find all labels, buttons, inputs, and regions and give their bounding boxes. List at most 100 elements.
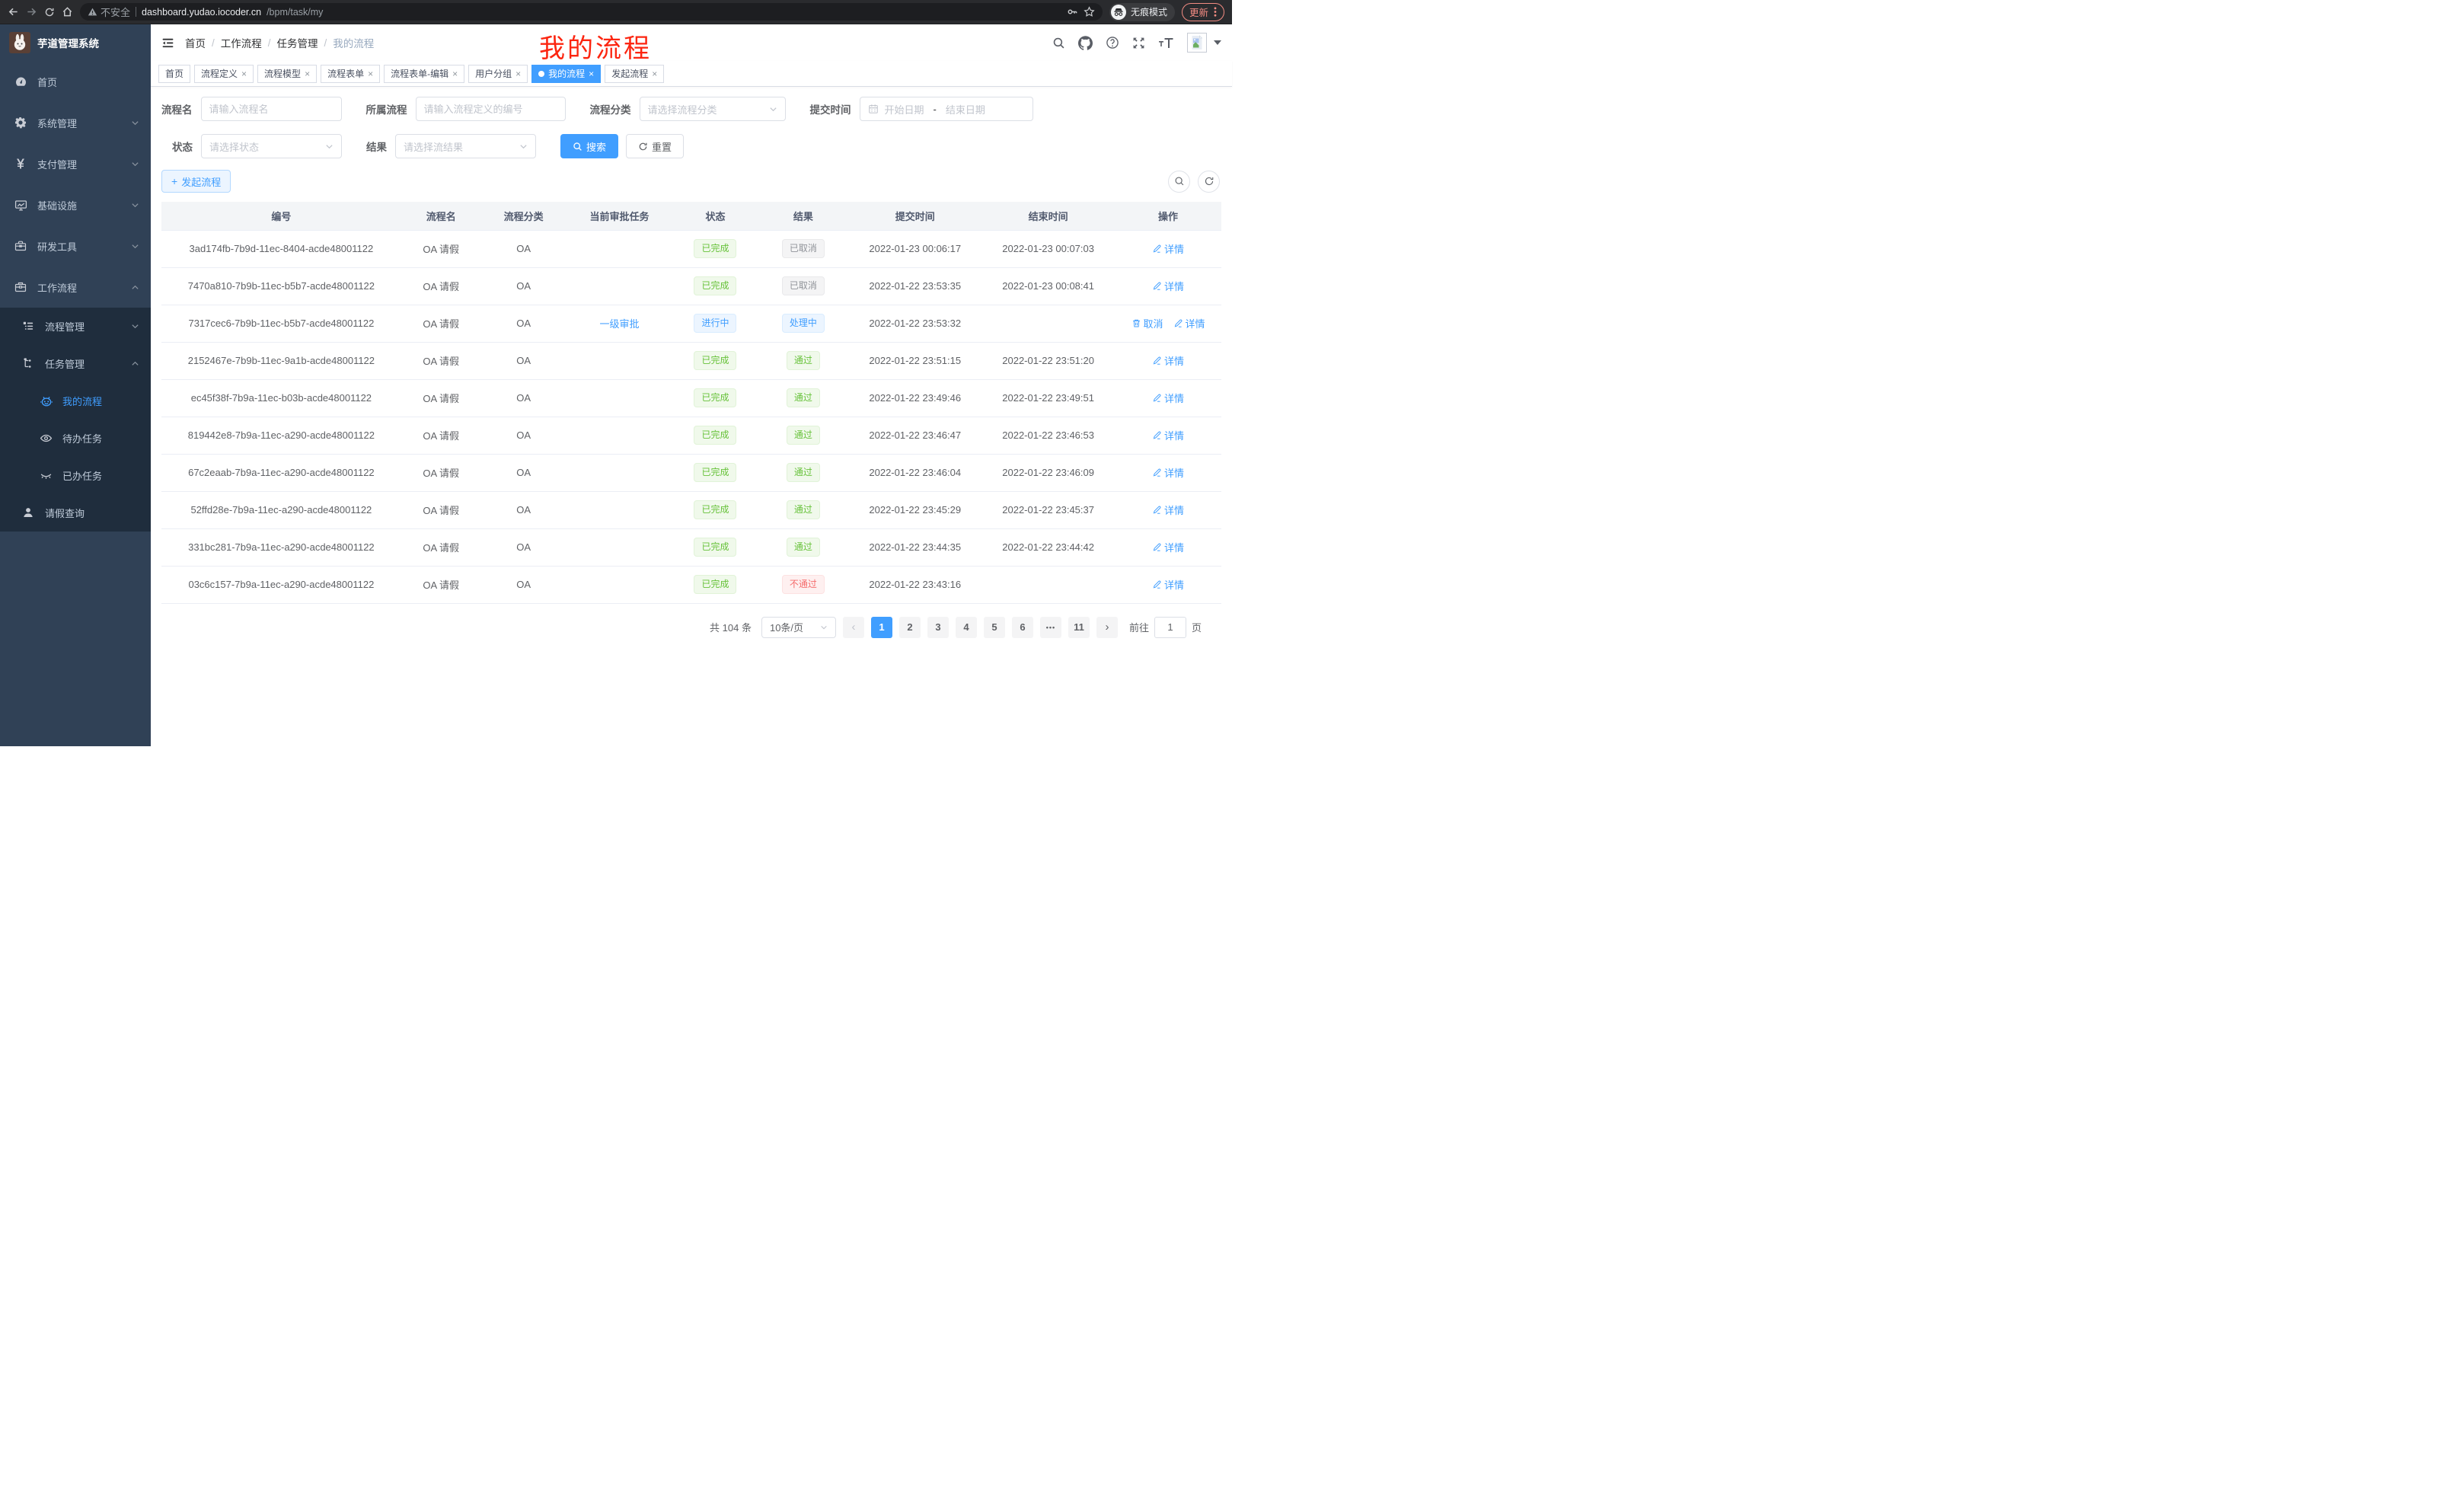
cell-id: 331bc281-7b9a-11ec-a290-acde48001122 — [161, 528, 401, 566]
cell-result: 处理中 — [758, 305, 848, 342]
goto-page-input[interactable] — [1154, 617, 1186, 638]
browser-update-button[interactable]: 更新 — [1182, 3, 1224, 21]
tab-close-icon[interactable]: × — [515, 69, 521, 78]
page-button-6[interactable]: 6 — [1012, 617, 1033, 638]
page-button-11[interactable]: 11 — [1068, 617, 1090, 638]
page-button-4[interactable]: 4 — [956, 617, 977, 638]
address-bar[interactable]: 不安全 dashboard.yudao.iocoder.cn/bpm/task/… — [80, 3, 1103, 21]
help-icon[interactable] — [1106, 36, 1119, 49]
process-name-input[interactable] — [201, 97, 342, 121]
tab-我的流程[interactable]: 我的流程× — [531, 65, 601, 83]
edit-icon — [1152, 468, 1162, 477]
category-select[interactable]: 请选择流程分类 — [640, 97, 786, 121]
filter-label-submit-time: 提交时间 — [810, 101, 860, 117]
security-warning[interactable]: 不安全 — [88, 5, 130, 19]
header-search-icon[interactable] — [1052, 37, 1065, 49]
home-icon[interactable] — [62, 6, 73, 18]
sidebar-item-请假查询[interactable]: 请假查询 — [0, 494, 151, 532]
refresh-table-button[interactable] — [1198, 171, 1220, 193]
table-row: 331bc281-7b9a-11ec-a290-acde48001122OA 请… — [161, 528, 1221, 566]
github-icon[interactable] — [1078, 36, 1093, 50]
tab-流程定义[interactable]: 流程定义× — [194, 65, 254, 83]
detail-link[interactable]: 详情 — [1152, 465, 1184, 480]
reload-icon[interactable] — [44, 7, 55, 18]
tab-用户分组[interactable]: 用户分组× — [468, 65, 528, 83]
sidebar-item-首页[interactable]: 首页 — [0, 61, 151, 102]
page-button-1[interactable]: 1 — [871, 617, 892, 638]
date-start-placeholder: 开始日期 — [885, 102, 924, 117]
cell-id: 67c2eaab-7b9a-11ec-a290-acde48001122 — [161, 454, 401, 491]
tab-发起流程[interactable]: 发起流程× — [605, 65, 664, 83]
back-icon[interactable] — [8, 6, 19, 18]
browser-menu-icon[interactable] — [1214, 6, 1217, 18]
menu-item-label: 待办任务 — [62, 431, 102, 445]
process-definition-input[interactable] — [416, 97, 566, 121]
breadcrumb-task-mgmt[interactable]: 任务管理 — [277, 35, 318, 50]
tab-首页[interactable]: 首页 — [158, 65, 190, 83]
page-button-2[interactable]: 2 — [899, 617, 921, 638]
sidebar-item-任务管理[interactable]: 任务管理 — [0, 345, 151, 382]
sidebar-item-流程管理[interactable]: 流程管理 — [0, 308, 151, 345]
result-select[interactable]: 请选择流结果 — [395, 134, 536, 158]
avatar[interactable] — [1187, 33, 1207, 53]
detail-link[interactable]: 详情 — [1152, 241, 1184, 256]
sidebar-item-工作流程[interactable]: 工作流程 — [0, 267, 151, 308]
hamburger-icon[interactable] — [157, 32, 179, 54]
sidebar-item-支付管理[interactable]: 支付管理 — [0, 143, 151, 184]
search-button[interactable]: 搜索 — [560, 134, 618, 158]
toggle-search-button[interactable] — [1168, 171, 1190, 193]
reset-button[interactable]: 重置 — [626, 134, 684, 158]
cell-current-task — [567, 267, 673, 305]
page-button-3[interactable]: 3 — [927, 617, 949, 638]
status-select[interactable]: 请选择状态 — [201, 134, 342, 158]
prev-page-button[interactable]: ‹ — [843, 617, 864, 638]
tab-流程表单-编辑[interactable]: 流程表单-编辑× — [384, 65, 464, 83]
breadcrumb-home[interactable]: 首页 — [185, 35, 206, 50]
tab-close-icon[interactable]: × — [241, 69, 247, 78]
key-icon[interactable] — [1067, 6, 1078, 18]
detail-link[interactable]: 详情 — [1152, 391, 1184, 405]
page-size-select[interactable]: 10条/页 — [761, 617, 836, 638]
forward-icon[interactable] — [26, 6, 37, 18]
cell-actions: 取消详情 — [1115, 305, 1221, 342]
tab-close-icon[interactable]: × — [452, 69, 458, 78]
tab-流程表单[interactable]: 流程表单× — [321, 65, 380, 83]
tab-close-icon[interactable]: × — [652, 69, 657, 78]
detail-link[interactable]: 详情 — [1152, 279, 1184, 293]
next-page-button[interactable]: › — [1096, 617, 1118, 638]
filter-row-2: 状态 请选择状态 结果 请选择流结果 搜索 — [161, 134, 1221, 158]
breadcrumb-workflow[interactable]: 工作流程 — [221, 35, 262, 50]
detail-link[interactable]: 详情 — [1173, 316, 1205, 330]
tab-close-icon[interactable]: × — [305, 69, 310, 78]
security-label: 不安全 — [101, 5, 130, 19]
date-range-picker[interactable]: 开始日期 - 结束日期 — [860, 97, 1033, 121]
result-tag: 通过 — [787, 500, 820, 519]
app-logo-row[interactable]: 芋道管理系统 — [0, 24, 151, 61]
avatar-caret-icon[interactable] — [1214, 40, 1221, 45]
detail-link[interactable]: 详情 — [1152, 353, 1184, 368]
tab-close-icon[interactable]: × — [589, 69, 594, 78]
tab-close-icon[interactable]: × — [368, 69, 373, 78]
cancel-link[interactable]: 取消 — [1131, 316, 1163, 330]
sidebar-item-待办任务[interactable]: 待办任务 — [0, 420, 151, 457]
detail-link[interactable]: 详情 — [1152, 577, 1184, 592]
page-more-button[interactable]: ••• — [1040, 617, 1061, 638]
bookmark-star-icon[interactable] — [1084, 6, 1095, 18]
sidebar-item-系统管理[interactable]: 系统管理 — [0, 102, 151, 143]
current-task-link[interactable]: 一级审批 — [600, 316, 640, 330]
create-process-button[interactable]: + 发起流程 — [161, 170, 231, 193]
sidebar-item-基础设施[interactable]: 基础设施 — [0, 184, 151, 225]
detail-link[interactable]: 详情 — [1152, 428, 1184, 442]
list-tree-icon — [22, 320, 35, 333]
cell-current-task — [567, 528, 673, 566]
tab-流程模型[interactable]: 流程模型× — [257, 65, 317, 83]
page-button-5[interactable]: 5 — [984, 617, 1005, 638]
sidebar-item-已办任务[interactable]: 已办任务 — [0, 457, 151, 494]
detail-link[interactable]: 详情 — [1152, 540, 1184, 554]
font-size-icon[interactable] — [1158, 37, 1174, 49]
incognito-icon — [1111, 5, 1126, 20]
fullscreen-icon[interactable] — [1132, 37, 1145, 49]
detail-link[interactable]: 详情 — [1152, 503, 1184, 517]
sidebar-item-我的流程[interactable]: 我的流程 — [0, 382, 151, 420]
sidebar-item-研发工具[interactable]: 研发工具 — [0, 225, 151, 267]
